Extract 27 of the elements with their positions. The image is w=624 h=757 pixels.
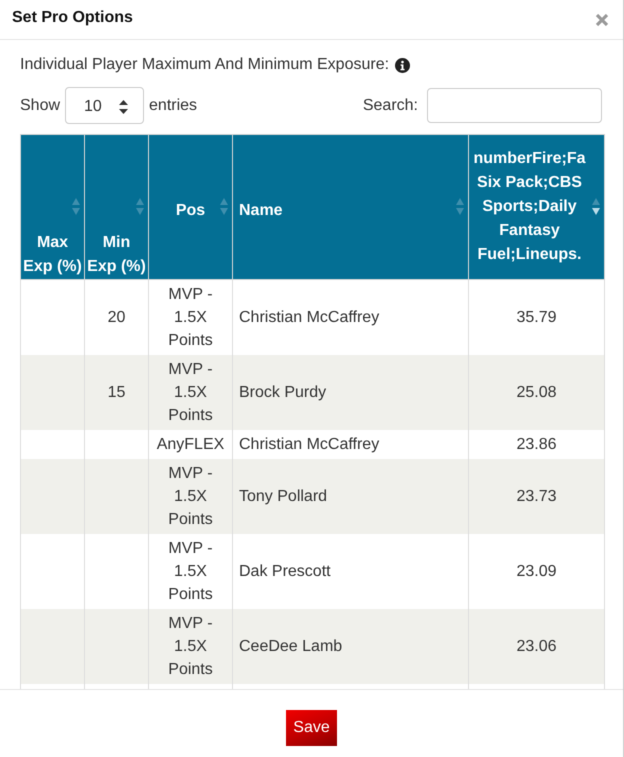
column-header[interactable]: Max Exp (%) — [20, 134, 84, 280]
exposure-heading: Individual Player Maximum And Minimum Exposure: — [20, 55, 390, 75]
entries-select[interactable]: 10 — [65, 87, 144, 124]
value-cell: 23.06 — [468, 609, 604, 684]
entries-label: entries — [149, 96, 198, 114]
search-label: Search: — [362, 96, 418, 114]
position-cell: MVP - 1.5X Points — [148, 609, 232, 684]
column-header[interactable]: Name — [232, 134, 468, 280]
min-exp-cell: 15 — [84, 355, 148, 430]
value-cell: 25.08 — [468, 355, 604, 430]
info-icon[interactable] — [395, 58, 410, 72]
player-name-cell: Brock Purdy — [232, 355, 468, 430]
column-header[interactable]: numberFire;Fa Six Pack;CBS Sports;Daily Fantasy Fuel;Lineups. — [468, 134, 604, 280]
column-header[interactable]: Pos — [148, 134, 232, 280]
position-cell: MVP - 1.5X Points — [148, 355, 232, 430]
close-button[interactable] — [595, 12, 609, 26]
show-label: Show — [20, 96, 60, 114]
player-name-cell: Tony Pollard — [232, 459, 468, 534]
modal-title: Set Pro Options — [12, 8, 133, 26]
close-icon — [595, 12, 609, 26]
position-cell: MVP - 1.5X Points — [148, 459, 232, 534]
player-name-cell: CeeDee Lamb — [232, 609, 468, 684]
column-header[interactable]: Min Exp (%) — [84, 134, 148, 280]
caret-icon — [119, 100, 128, 114]
search-field[interactable] — [427, 88, 602, 123]
value-cell: 23.73 — [468, 459, 604, 534]
save-button[interactable]: Save — [286, 710, 337, 746]
